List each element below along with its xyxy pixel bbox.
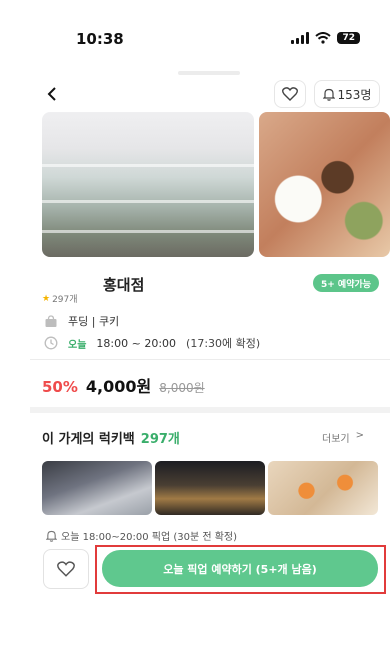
back-button[interactable] <box>40 82 64 106</box>
status-icons: 72 <box>291 32 360 44</box>
favorite-button[interactable] <box>274 80 306 108</box>
lucky-bag-section-title: 이 가게의 럭키백 297개 <box>42 428 180 447</box>
notify-button[interactable]: 153명 <box>314 80 380 108</box>
lucky-bag-thumbnail[interactable] <box>42 461 152 515</box>
rating-count: 297개 <box>52 295 78 305</box>
battery-icon: 72 <box>337 32 360 44</box>
discount-rate: 50% <box>42 378 78 396</box>
bell-icon <box>322 88 335 101</box>
notify-count: 153명 <box>337 87 372 102</box>
lucky-bag-thumbnail[interactable] <box>268 461 378 515</box>
lucky-bag-title: 이 가게의 럭키백 <box>42 432 135 447</box>
hours-row: 오늘 18:00 ~ 20:00 (17:30에 확정) <box>44 335 260 351</box>
lucky-bag-count: 297개 <box>140 432 180 447</box>
more-link[interactable]: 더보기 > <box>322 430 364 445</box>
lucky-bag-thumbnail[interactable] <box>155 461 265 515</box>
store-photo-desserts[interactable] <box>259 112 390 257</box>
price-row: 50% 4,000원 8,000원 <box>42 373 205 397</box>
status-bar: 10:38 72 <box>0 0 390 70</box>
clock-icon <box>44 336 58 350</box>
sheet-grab-handle[interactable] <box>178 71 240 75</box>
current-price: 4,000원 <box>85 377 152 396</box>
category-text: 푸딩 | 쿠키 <box>68 315 120 328</box>
pickup-note: 오늘 18:00~20:00 픽업 (30분 전 확정) <box>46 528 237 543</box>
more-link-label: 더보기 <box>322 434 350 445</box>
signal-icon <box>291 32 310 44</box>
category-row: 푸딩 | 쿠키 <box>44 313 119 329</box>
heart-icon <box>57 561 75 577</box>
today-label: 오늘 <box>68 339 87 351</box>
confirm-note: (17:30에 확정) <box>186 337 261 350</box>
bell-icon <box>46 530 57 542</box>
store-name: 홍대점 <box>103 276 145 294</box>
chevron-right-icon: > <box>355 430 364 441</box>
heart-icon <box>282 87 298 101</box>
section-divider <box>30 407 390 413</box>
chevron-left-icon <box>47 87 56 101</box>
pickup-note-text: 오늘 18:00~20:00 픽업 (30분 전 확정) <box>61 532 238 543</box>
reservation-badge: 5+ 예약가능 <box>313 274 380 292</box>
store-photo-display-case[interactable] <box>42 112 254 257</box>
star-icon: ★ <box>42 293 51 304</box>
reserve-button[interactable]: 오늘 픽업 예약하기 (5+개 남음) <box>102 550 378 587</box>
hours-text: 18:00 ~ 20:00 <box>96 336 177 350</box>
status-time: 10:38 <box>76 30 124 48</box>
divider <box>30 359 390 360</box>
bag-icon <box>45 314 57 327</box>
wifi-icon <box>315 32 332 44</box>
original-price: 8,000원 <box>159 381 205 395</box>
favorite-button-bottom[interactable] <box>43 549 89 589</box>
rating: ★ 297개 <box>42 292 78 306</box>
